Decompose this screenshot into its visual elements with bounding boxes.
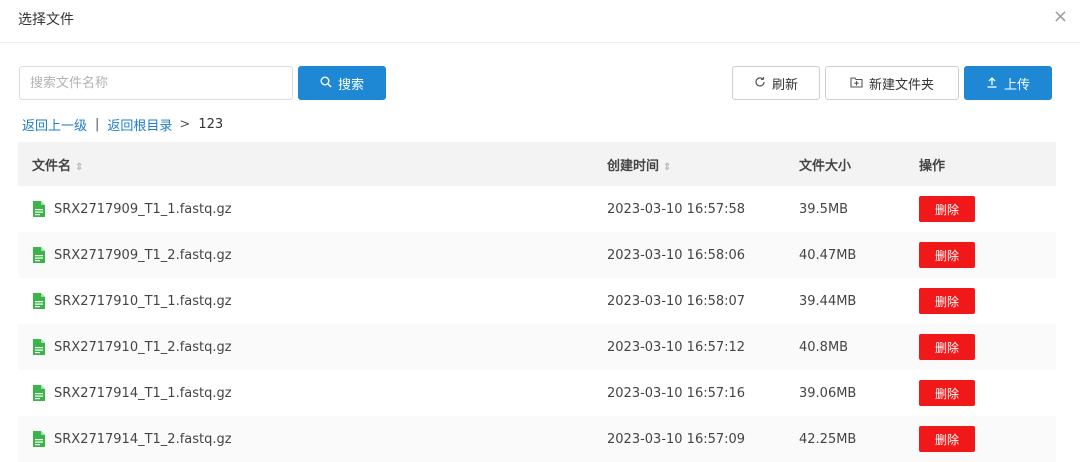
file-table: 文件名 ⇕ 创建时间 ⇕ 文件大小 操作 SRX2717909_T1_1.fastq… xyxy=(18,142,1056,462)
table-row[interactable]: SRX2717910_T1_2.fastq.gz 2023-03-10 16:57… xyxy=(18,324,1056,370)
table-row[interactable]: SRX2717914_T1_2.fastq.gz 2023-03-10 16:57… xyxy=(18,416,1056,462)
refresh-button[interactable]: 刷新 xyxy=(732,66,820,100)
created-time: 2023-03-10 16:57:58 xyxy=(607,186,799,232)
header-actions: 操作 xyxy=(919,142,1056,186)
file-name-wrapper: SRX2717909_T1_2.fastq.gz xyxy=(18,247,607,263)
file-size: 39.5MB xyxy=(799,186,919,232)
search-input[interactable] xyxy=(19,66,293,100)
close-icon[interactable]: × xyxy=(1053,6,1068,27)
delete-button[interactable]: 删除 xyxy=(919,288,975,314)
file-size: 39.44MB xyxy=(799,278,919,324)
sort-icon[interactable]: ⇕ xyxy=(663,162,671,173)
file-icon xyxy=(32,385,46,401)
file-name: SRX2717914_T1_2.fastq.gz xyxy=(54,431,232,447)
header-size-label: 文件大小 xyxy=(799,158,852,174)
search-button[interactable]: 搜索 xyxy=(298,66,386,100)
file-name-wrapper: SRX2717909_T1_1.fastq.gz xyxy=(18,201,607,217)
refresh-icon xyxy=(754,76,766,91)
file-name-wrapper: SRX2717910_T1_2.fastq.gz xyxy=(18,339,607,355)
file-name-wrapper: SRX2717914_T1_2.fastq.gz xyxy=(18,431,607,447)
file-icon xyxy=(32,293,46,309)
file-name: SRX2717909_T1_2.fastq.gz xyxy=(54,247,232,263)
header-created[interactable]: 创建时间 ⇕ xyxy=(607,142,799,186)
file-name-cell[interactable]: SRX2717914_T1_2.fastq.gz xyxy=(18,416,607,462)
actions-cell: 删除 xyxy=(919,278,1056,324)
file-name: SRX2717910_T1_2.fastq.gz xyxy=(54,339,232,355)
new-folder-button[interactable]: 新建文件夹 xyxy=(825,66,959,100)
actions-cell: 删除 xyxy=(919,232,1056,278)
file-icon xyxy=(32,339,46,355)
file-size: 39.06MB xyxy=(799,370,919,416)
breadcrumb-arrow: > xyxy=(179,117,191,132)
delete-button[interactable]: 删除 xyxy=(919,242,975,268)
file-name-cell[interactable]: SRX2717910_T1_2.fastq.gz xyxy=(18,324,607,370)
actions-cell: 删除 xyxy=(919,370,1056,416)
breadcrumb-current: 123 xyxy=(198,117,224,132)
file-name-cell[interactable]: SRX2717910_T1_1.fastq.gz xyxy=(18,278,607,324)
file-icon xyxy=(32,247,46,263)
dialog-title: 选择文件 xyxy=(18,12,74,28)
file-name: SRX2717914_T1_1.fastq.gz xyxy=(54,385,232,401)
file-name: SRX2717909_T1_1.fastq.gz xyxy=(54,201,232,217)
delete-button[interactable]: 删除 xyxy=(919,196,975,222)
actions-cell: 删除 xyxy=(919,416,1056,462)
created-time: 2023-03-10 16:58:07 xyxy=(607,278,799,324)
delete-button[interactable]: 删除 xyxy=(919,426,975,452)
search-button-label: 搜索 xyxy=(337,77,364,93)
table-row[interactable]: SRX2717910_T1_1.fastq.gz 2023-03-10 16:58… xyxy=(18,278,1056,324)
actions-cell: 删除 xyxy=(919,186,1056,232)
header-name-label: 文件名 xyxy=(32,158,72,174)
actions-cell: 删除 xyxy=(919,324,1056,370)
new-folder-button-label: 新建文件夹 xyxy=(868,77,934,93)
title-divider xyxy=(0,42,1080,43)
upload-button[interactable]: 上传 xyxy=(964,66,1052,100)
breadcrumb-root-link[interactable]: 返回根目录 xyxy=(107,115,172,134)
new-folder-icon xyxy=(850,76,863,91)
file-name-cell[interactable]: SRX2717909_T1_1.fastq.gz xyxy=(18,186,607,232)
refresh-button-label: 刷新 xyxy=(771,77,798,93)
breadcrumb-separator: | xyxy=(95,117,100,132)
header-name[interactable]: 文件名 ⇕ xyxy=(18,142,607,186)
file-size: 40.8MB xyxy=(799,324,919,370)
file-icon xyxy=(32,201,46,217)
file-size: 42.25MB xyxy=(799,416,919,462)
header-actions-label: 操作 xyxy=(919,158,946,174)
file-name-wrapper: SRX2717914_T1_1.fastq.gz xyxy=(18,385,607,401)
upload-button-label: 上传 xyxy=(1003,77,1030,93)
table-row[interactable]: SRX2717909_T1_2.fastq.gz 2023-03-10 16:58… xyxy=(18,232,1056,278)
file-name-cell[interactable]: SRX2717909_T1_2.fastq.gz xyxy=(18,232,607,278)
created-time: 2023-03-10 16:58:06 xyxy=(607,232,799,278)
header-created-label: 创建时间 xyxy=(607,158,660,174)
file-name-wrapper: SRX2717910_T1_1.fastq.gz xyxy=(18,293,607,309)
delete-button[interactable]: 删除 xyxy=(919,334,975,360)
table-row[interactable]: SRX2717914_T1_1.fastq.gz 2023-03-10 16:57… xyxy=(18,370,1056,416)
search-icon xyxy=(320,76,332,91)
created-time: 2023-03-10 16:57:12 xyxy=(607,324,799,370)
file-name: SRX2717910_T1_1.fastq.gz xyxy=(54,293,232,309)
breadcrumb: 返回上一级 | 返回根目录 > 123 xyxy=(22,115,223,134)
delete-button[interactable]: 删除 xyxy=(919,380,975,406)
header-size: 文件大小 xyxy=(799,142,919,186)
file-icon xyxy=(32,431,46,447)
created-time: 2023-03-10 16:57:09 xyxy=(607,416,799,462)
breadcrumb-up-link[interactable]: 返回上一级 xyxy=(22,115,87,134)
file-size: 40.47MB xyxy=(799,232,919,278)
file-name-cell[interactable]: SRX2717914_T1_1.fastq.gz xyxy=(18,370,607,416)
upload-icon xyxy=(986,76,998,91)
table-header-row: 文件名 ⇕ 创建时间 ⇕ 文件大小 操作 xyxy=(18,142,1056,186)
created-time: 2023-03-10 16:57:16 xyxy=(607,370,799,416)
table-row[interactable]: SRX2717909_T1_1.fastq.gz 2023-03-10 16:57… xyxy=(18,186,1056,232)
sort-icon[interactable]: ⇕ xyxy=(75,162,83,173)
